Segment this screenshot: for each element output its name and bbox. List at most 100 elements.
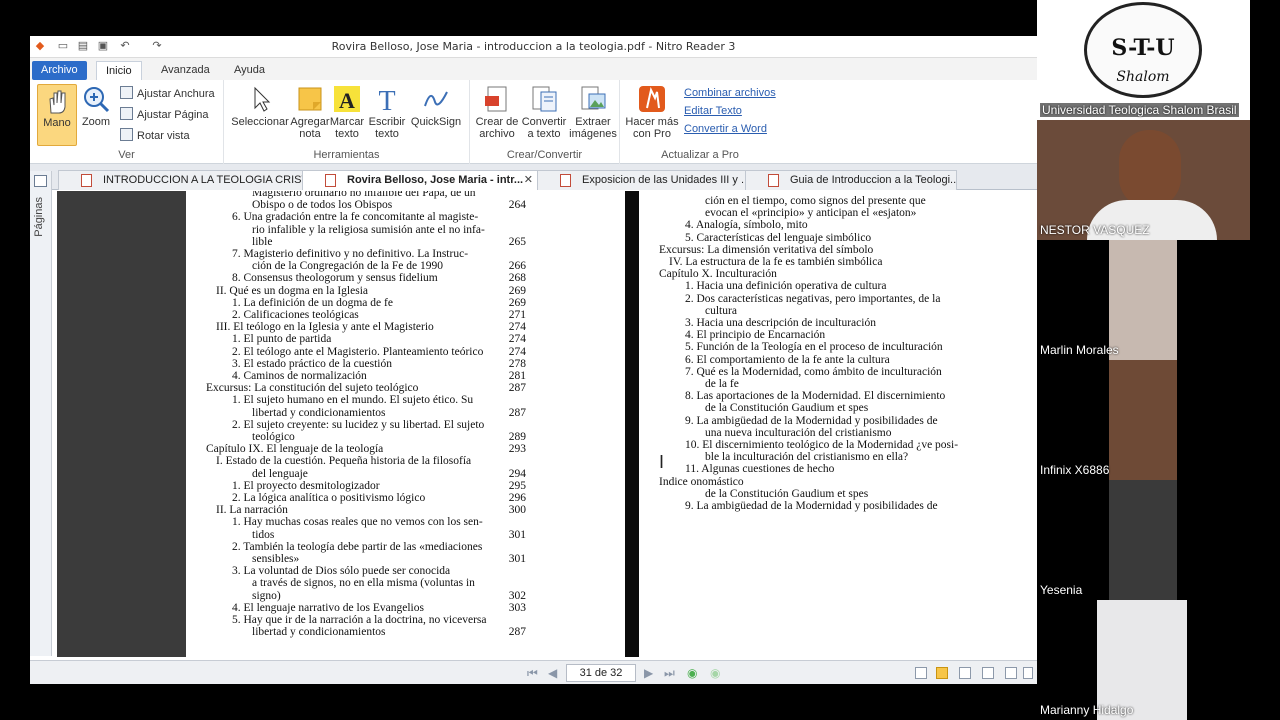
hacer-mas-pro-button[interactable]: Hacer más con Pro bbox=[624, 84, 680, 140]
toc-line: 2. Calificaciones teológicas 271 bbox=[232, 309, 526, 321]
pages-panel-icon[interactable] bbox=[34, 175, 47, 187]
toc-text: I. Estado de la cuestión. Pequeña histor… bbox=[216, 455, 472, 468]
toc-page-number: 302 bbox=[508, 589, 526, 602]
single-page-view-icon[interactable] bbox=[915, 667, 927, 679]
tab-ayuda[interactable]: Ayuda bbox=[225, 61, 274, 80]
ajustar-pagina-button[interactable]: Ajustar Página bbox=[120, 107, 209, 123]
tab-inicio[interactable]: Inicio bbox=[96, 61, 142, 80]
toc-text: 8. Las aportaciones de la Modernidad. El… bbox=[685, 390, 946, 403]
type-text-icon: T bbox=[372, 84, 402, 117]
participant-tile-nestor[interactable]: NESTOR VASQUEZ bbox=[1037, 120, 1250, 240]
agregar-nota-button[interactable]: Agregar nota bbox=[288, 84, 332, 140]
toc-text: 4. El principio de Encarnación bbox=[685, 329, 826, 342]
group-label-herramientas: Herramientas bbox=[313, 149, 380, 161]
toc-line: Indice onomástico bbox=[659, 476, 1031, 488]
doc-tab-4[interactable]: Guia de Introduccion a la Teologi... bbox=[745, 170, 957, 190]
toc-page-number: 287 bbox=[508, 626, 526, 639]
toc-text: ción en el tiempo, como signos del prese… bbox=[705, 195, 926, 207]
convert-text-icon bbox=[529, 84, 559, 114]
toc-page-number: 301 bbox=[508, 528, 526, 541]
toc-page-number: 265 bbox=[508, 235, 526, 248]
ajustar-anchura-button[interactable]: Ajustar Anchura bbox=[120, 86, 215, 102]
zoom-button[interactable]: Zoom bbox=[80, 84, 112, 128]
toc-line: 1. El proyecto desmitologizador 295 bbox=[232, 480, 526, 492]
toc-text: 5. Hay que ir de la narración a la doctr… bbox=[232, 614, 487, 626]
toc-line: 2. La lógica analítica o positivismo lóg… bbox=[232, 492, 526, 504]
group-herramientas: Seleccionar Agregar nota A Marcar texto … bbox=[224, 80, 470, 164]
toc-line: 6. El comportamiento de la fe ante la cu… bbox=[685, 354, 1031, 366]
participant-tile-universidad[interactable]: S-T-U Shalom Universidad Teologica Shalo… bbox=[1037, 0, 1250, 120]
escribir-texto-button[interactable]: T Escribir texto bbox=[368, 84, 406, 140]
toc-text: ción de la Congregación de la Fe de 1990 bbox=[252, 260, 443, 273]
toc-page-number: 274 bbox=[508, 345, 526, 358]
toc-text: 1. El proyecto desmitologizador bbox=[232, 479, 380, 492]
convertir-word-link[interactable]: Convertir a Word bbox=[684, 121, 767, 137]
editar-texto-link[interactable]: Editar Texto bbox=[684, 103, 742, 119]
first-page-icon[interactable]: ⏮ bbox=[527, 665, 538, 681]
toc-line: 1. La definición de un dogma de fe 269 bbox=[232, 297, 526, 309]
toc-line: 4. Analogía, símbolo, mito bbox=[685, 219, 1031, 231]
forward-view-icon[interactable]: ◉ bbox=[710, 665, 720, 681]
toc-line: 4. Caminos de normalización 281 bbox=[232, 370, 526, 382]
facing-continuous-view-icon[interactable] bbox=[982, 667, 994, 679]
doc-tab-2[interactable]: Rovira Belloso, Jose Maria - intr... ✕ bbox=[302, 170, 540, 190]
mano-button[interactable]: Mano bbox=[37, 84, 77, 146]
toc-line: ción de la Congregación de la Fe de 1990… bbox=[252, 260, 526, 272]
page-number-field[interactable]: 31 de 32 bbox=[566, 664, 636, 682]
toc-page-number: 287 bbox=[508, 406, 526, 419]
toc-line: 11. Algunas cuestiones de hecho bbox=[685, 463, 1031, 475]
participant-tile-infinix[interactable]: Infinix X6886 bbox=[1037, 360, 1250, 480]
toc-line: 7. Magisterio definitivo y no definitivo… bbox=[232, 248, 526, 260]
last-page-icon[interactable]: ⏭ bbox=[664, 665, 675, 681]
crear-archivo-button[interactable]: Crear de archivo bbox=[474, 84, 520, 140]
toc-page-number: 266 bbox=[508, 260, 526, 273]
toc-page-number: 268 bbox=[508, 272, 526, 285]
next-page-icon[interactable]: ▶ bbox=[644, 665, 653, 681]
toc-line: de la fe bbox=[705, 378, 1031, 390]
toc-text: 6. El comportamiento de la fe ante la cu… bbox=[685, 353, 890, 366]
quicksign-button[interactable]: QuickSign bbox=[408, 84, 464, 128]
pdf-file-icon bbox=[768, 174, 779, 187]
toc-text: II. Qué es un dogma en la Iglesia bbox=[216, 284, 369, 297]
participant-tile-marlin[interactable]: Marlin Morales bbox=[1037, 240, 1250, 360]
full-screen-icon[interactable] bbox=[1023, 667, 1033, 679]
pages-panel-label[interactable]: Páginas bbox=[33, 197, 45, 237]
continuous-view-icon[interactable] bbox=[936, 667, 948, 679]
document-viewer[interactable]: Magisterio ordinario no infalible del Pa… bbox=[57, 191, 1037, 657]
toc-text: 3. El estado práctico de la cuestión bbox=[232, 357, 392, 370]
toc-text: 9. La ambigüedad de la Modernidad y posi… bbox=[685, 500, 938, 512]
toc-line: Excursus: La constitución del sujeto teo… bbox=[206, 382, 526, 394]
group-label-ver: Ver bbox=[118, 149, 135, 161]
extraer-imagenes-button[interactable]: Extraer imágenes bbox=[568, 84, 618, 140]
tab-archivo[interactable]: Archivo bbox=[32, 61, 87, 80]
toc-line: libertad y condicionamientos 287 bbox=[252, 407, 526, 419]
facing-view-icon[interactable] bbox=[959, 667, 971, 679]
participant-tile-yesenia[interactable]: Yesenia bbox=[1037, 480, 1250, 600]
doc-tab-3[interactable]: Exposicion de las Unidades III y ... bbox=[537, 170, 747, 190]
toc-page-number: 271 bbox=[508, 309, 526, 321]
participant-name: Infinix X6886 bbox=[1040, 463, 1110, 477]
combinar-archivos-link[interactable]: Combinar archivos bbox=[684, 85, 776, 101]
previous-page-icon[interactable]: ◀ bbox=[548, 665, 557, 681]
toc-text: lible bbox=[252, 235, 273, 248]
seleccionar-button[interactable]: Seleccionar bbox=[230, 84, 290, 128]
rotar-vista-button[interactable]: Rotar vista bbox=[120, 128, 190, 144]
participant-name: Marianny Hidalgo bbox=[1040, 703, 1134, 717]
marcar-texto-button[interactable]: A Marcar texto bbox=[328, 84, 366, 140]
toc-line: ble la inculturación del cristianismo en… bbox=[705, 451, 1031, 463]
group-crear-convertir: Crear de archivo Convertir a texto Extra… bbox=[470, 80, 620, 164]
participant-tile-marianny[interactable]: Marianny Hidalgo bbox=[1037, 600, 1250, 720]
cover-view-icon[interactable] bbox=[1005, 667, 1017, 679]
back-view-icon[interactable]: ◉ bbox=[687, 665, 697, 681]
text-cursor-icon: I bbox=[659, 452, 665, 472]
tab-avanzada[interactable]: Avanzada bbox=[152, 61, 219, 80]
toc-text: 1. La definición de un dogma de fe bbox=[232, 296, 393, 309]
toc-page-number: 281 bbox=[508, 370, 526, 382]
convertir-texto-button[interactable]: Convertir a texto bbox=[520, 84, 568, 140]
toc-line: 5. Función de la Teología en el proceso … bbox=[685, 341, 1031, 353]
close-tab-icon[interactable]: ✕ bbox=[524, 171, 533, 190]
doc-tab-1[interactable]: INTRODUCCION A LA TEOLOGIA CRISTI... bbox=[58, 170, 308, 190]
toc-page-number: 278 bbox=[508, 357, 526, 370]
toc-line: 4. El lenguaje narrativo de los Evangeli… bbox=[232, 602, 526, 614]
toc-line: ción en el tiempo, como signos del prese… bbox=[705, 195, 1031, 207]
